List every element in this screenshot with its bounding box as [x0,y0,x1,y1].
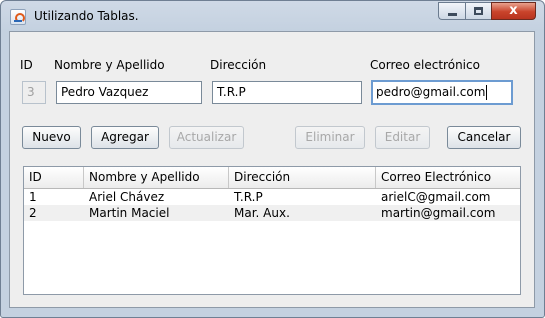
app-window: Utilizando Tablas. x ID Nombre y Apellid… [0,0,545,318]
cell-name: Ariel Chávez [89,190,165,204]
table-row[interactable]: 2 Martin Maciel Mar. Aux. martin@gmail.c… [24,205,520,221]
address-field-value: T.R.P [217,85,246,99]
minimize-button[interactable] [438,2,465,20]
header-email[interactable]: Correo Electrónico [376,167,520,188]
id-field-value: 3 [27,85,35,99]
cell-id: 1 [29,190,37,204]
id-label: ID [20,58,33,72]
email-field-value: pedro@gmail.com [376,85,486,99]
cell-name: Martin Maciel [89,206,170,220]
window-controls: x [438,2,536,20]
java-app-icon [10,9,26,25]
name-label: Nombre y Apellido [54,58,165,72]
actualizar-button[interactable]: Actualizar [169,126,244,149]
name-field[interactable]: Pedro Vazquez [56,81,202,104]
cell-email: martin@gmail.com [381,206,496,220]
table-row[interactable]: 1 Ariel Chávez T.R.P arielC@gmail.com [24,189,520,205]
header-id[interactable]: ID [24,167,84,188]
nuevo-button[interactable]: Nuevo [22,126,81,149]
email-field[interactable]: pedro@gmail.com [371,80,513,105]
cancelar-button[interactable]: Cancelar [447,126,521,149]
address-label: Dirección [210,58,267,72]
id-field[interactable]: 3 [22,81,46,104]
agregar-button[interactable]: Agregar [91,126,159,149]
eliminar-button[interactable]: Eliminar [295,126,365,149]
header-name[interactable]: Nombre y Apellido [84,167,229,188]
header-address[interactable]: Dirección [229,167,376,188]
cell-id: 2 [29,206,37,220]
editar-button[interactable]: Editar [375,126,430,149]
close-button[interactable]: x [491,2,536,20]
maximize-button[interactable] [465,2,491,20]
email-label: Correo electrónico [370,58,480,72]
name-field-value: Pedro Vazquez [61,85,149,99]
data-table[interactable]: ID Nombre y Apellido Dirección Correo El… [23,166,521,295]
minimize-icon [448,13,457,16]
text-caret [486,85,488,100]
cell-address: Mar. Aux. [234,206,290,220]
cell-address: T.R.P [234,190,263,204]
table-header: ID Nombre y Apellido Dirección Correo El… [24,167,520,189]
address-field[interactable]: T.R.P [212,81,362,104]
cell-email: arielC@gmail.com [381,190,491,204]
content-panel: ID Nombre y Apellido Dirección Correo el… [9,31,535,308]
maximize-icon [474,7,483,15]
window-title: Utilizando Tablas. [34,9,139,23]
close-icon: x [509,3,518,18]
title-bar[interactable]: Utilizando Tablas. x [1,1,544,31]
